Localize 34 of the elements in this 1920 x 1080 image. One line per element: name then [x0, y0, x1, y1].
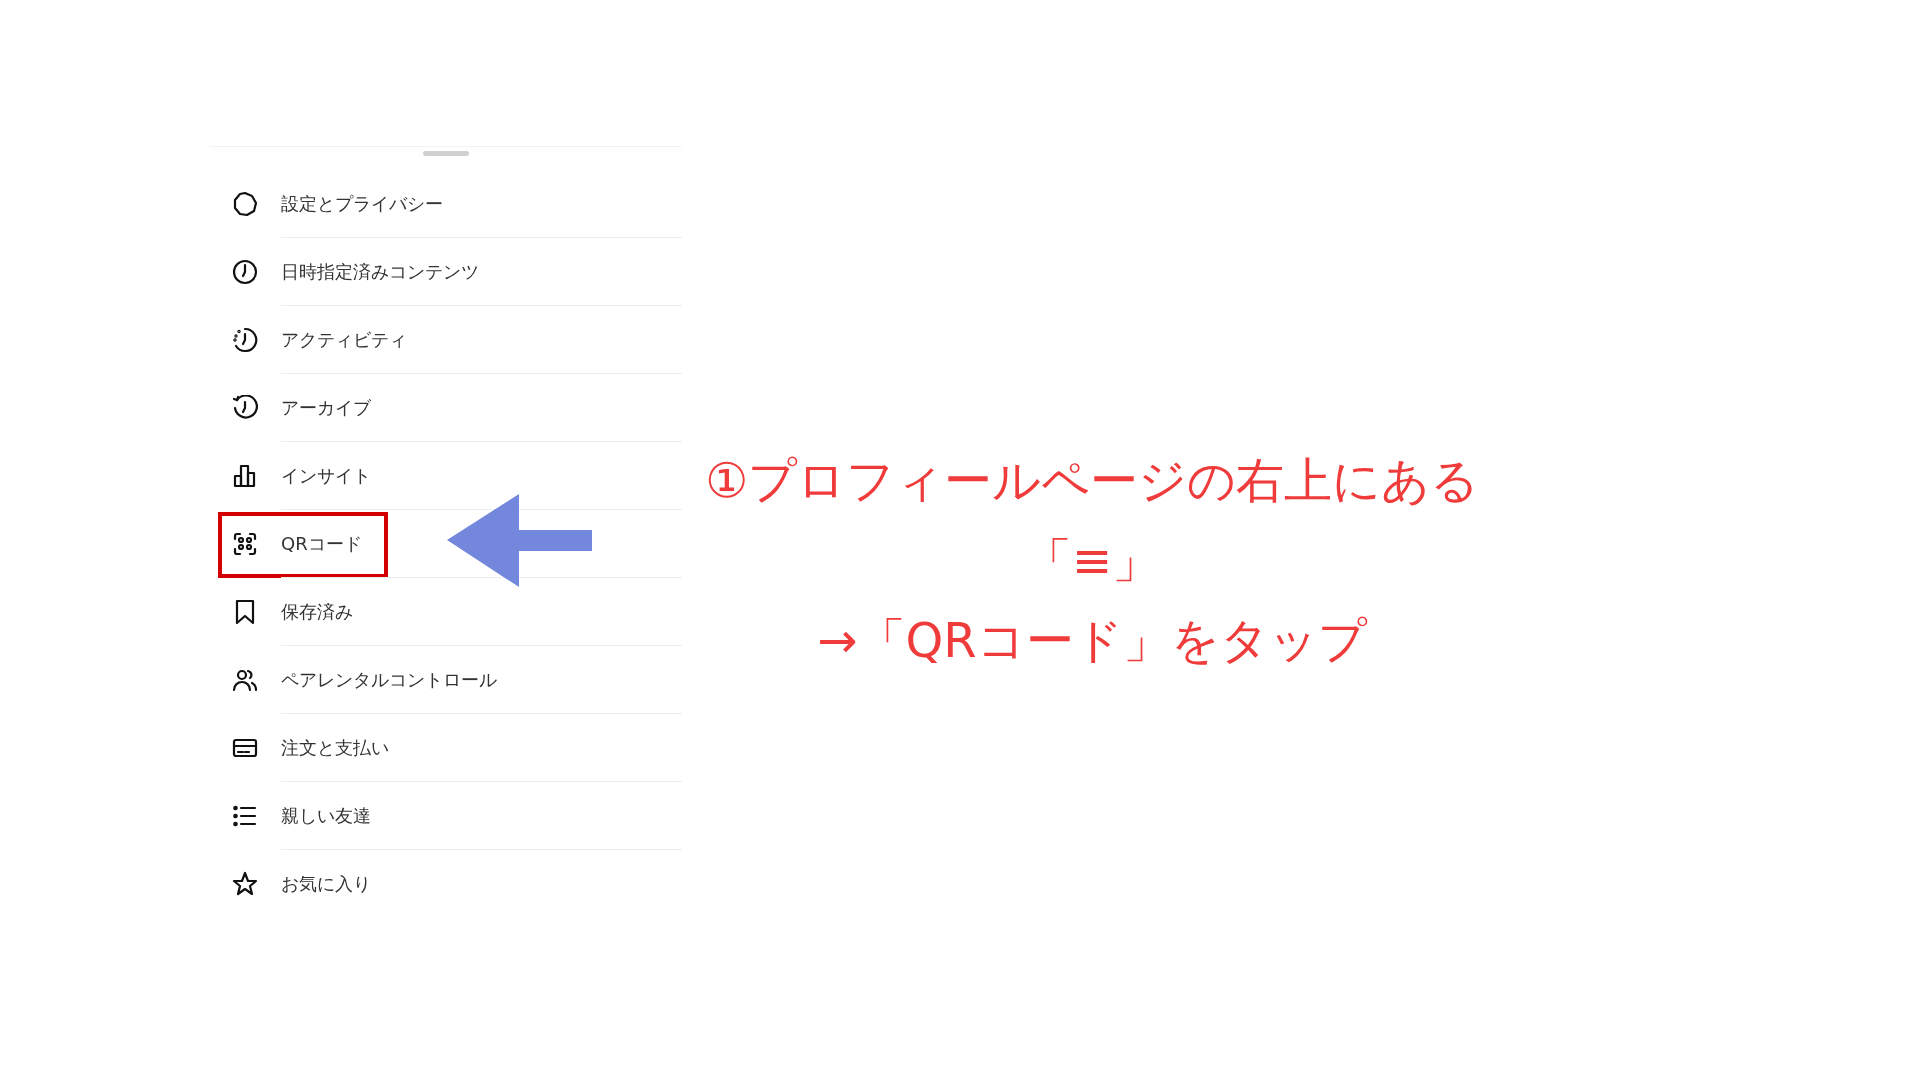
bar-chart-icon [232, 463, 258, 489]
people-icon [232, 667, 258, 693]
menu-item[interactable]: お気に入り [210, 850, 682, 918]
menu-item-label: 設定とプライバシー [281, 192, 443, 216]
history-icon [232, 395, 258, 421]
menu-item-label: インサイト [281, 464, 371, 488]
menu-item[interactable]: 親しい友達 [210, 782, 682, 850]
menu-item[interactable]: アーカイブ [210, 374, 682, 442]
menu-item[interactable]: 日時指定済みコンテンツ [210, 238, 682, 306]
menu-item-label: 日時指定済みコンテンツ [281, 260, 479, 284]
qr-scan-icon [232, 531, 258, 557]
menu-item-label: アーカイブ [281, 396, 371, 420]
menu-item-label: 保存済み [281, 600, 353, 624]
activity-icon [232, 327, 258, 353]
menu-item-label: ペアレンタルコントロール [281, 668, 497, 692]
instruction-text: 「≡」 [1023, 531, 1161, 590]
drag-handle[interactable] [423, 151, 469, 156]
clock-icon [232, 259, 258, 285]
instruction-text: ①プロフィールページの右上にある [705, 451, 1479, 510]
instruction-text: →「QRコード」をタップ [817, 611, 1367, 670]
menu-item[interactable]: QRコード [210, 510, 682, 578]
menu-item-label: QRコード [281, 532, 362, 556]
menu-item[interactable]: 注文と支払い [210, 714, 682, 782]
menu-item[interactable]: 設定とプライバシー [210, 170, 682, 238]
menu-item[interactable]: 保存済み [210, 578, 682, 646]
star-icon [232, 871, 258, 897]
menu-item[interactable]: ペアレンタルコントロール [210, 646, 682, 714]
menu-item-label: アクティビティ [281, 328, 407, 352]
left-arrow-icon [447, 494, 592, 587]
menu-item-label: 注文と支払い [281, 736, 389, 760]
menu-item[interactable]: インサイト [210, 442, 682, 510]
menu-item[interactable]: アクティビティ [210, 306, 682, 374]
menu-item-label: お気に入り [281, 872, 371, 896]
menu-item-label: 親しい友達 [281, 804, 371, 828]
